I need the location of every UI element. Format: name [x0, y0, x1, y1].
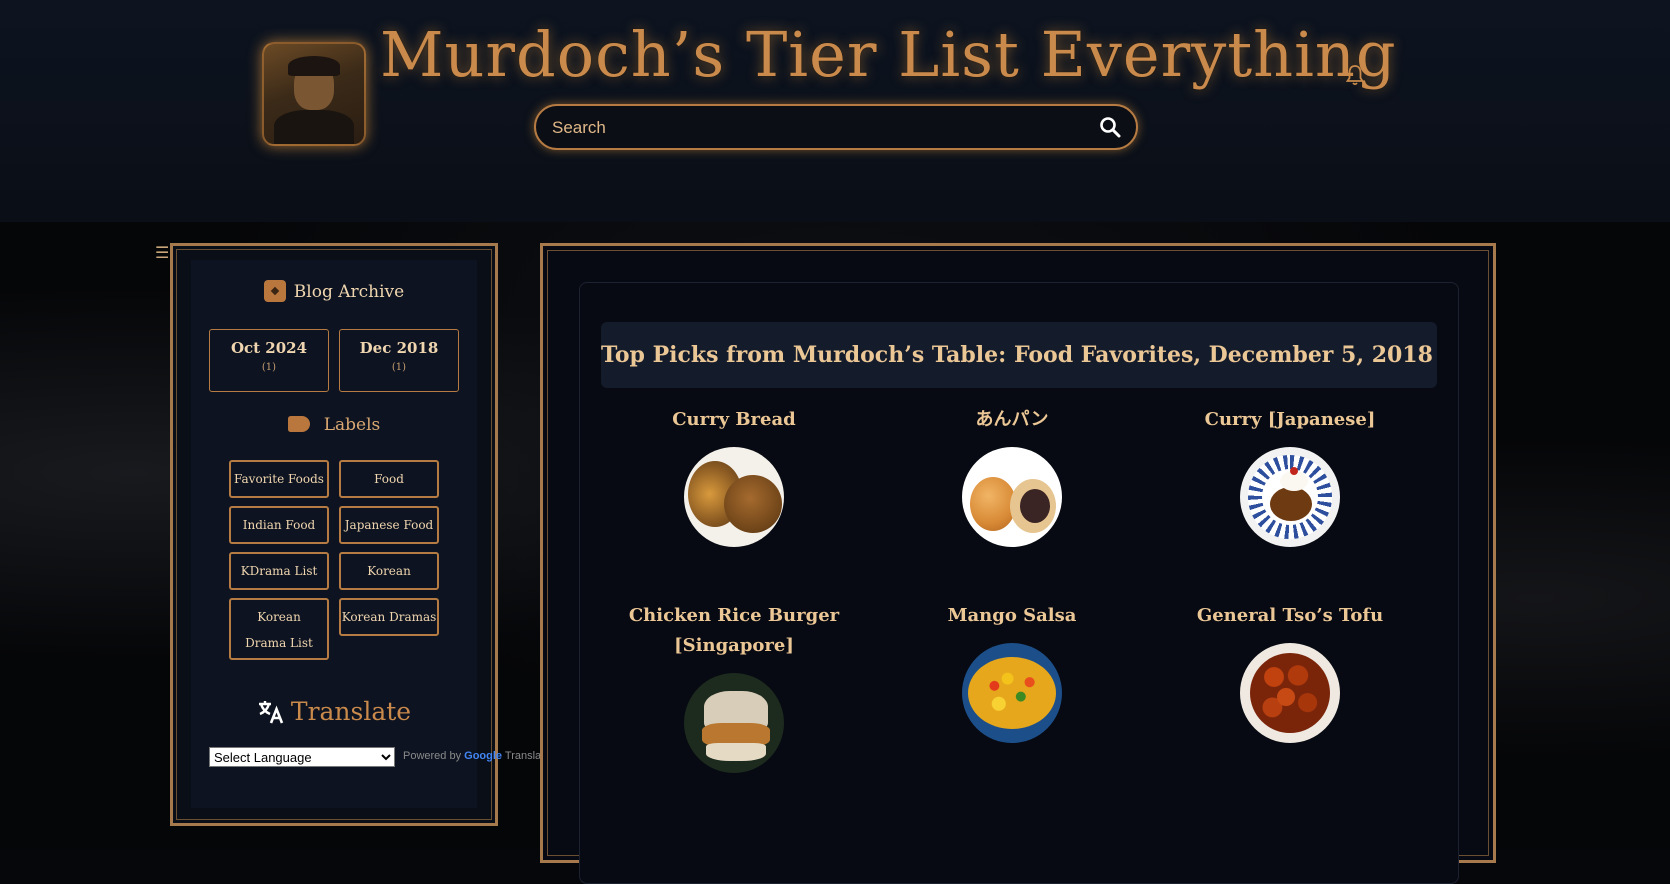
post-card: Top Picks from Murdoch’s Table: Food Fav… — [579, 282, 1459, 884]
powered-by-google[interactable]: Powered by Google Translate — [403, 750, 550, 762]
archive-month: Oct 2024 — [230, 339, 308, 357]
food-image-mango-salsa[interactable] — [962, 643, 1062, 743]
label-korean-dramas[interactable]: Korean Dramas — [339, 598, 439, 636]
food-image-curry-japanese[interactable] — [1240, 447, 1340, 547]
site-header: Murdoch’s Tier List Everything — [0, 0, 1670, 222]
archive-icon — [263, 280, 286, 302]
translate-heading: Translate — [191, 697, 477, 726]
food-item-chicken-rice-burger[interactable]: Chicken Rice Burger [Singapore] — [604, 601, 864, 773]
tag-icon — [287, 416, 310, 432]
translate-title: Translate — [290, 697, 412, 726]
food-item-mango-salsa[interactable]: Mango Salsa — [882, 601, 1142, 743]
labels-title: Labels — [323, 415, 381, 435]
food-item-general-tsos-tofu[interactable]: General Tso’s Tofu — [1160, 601, 1420, 743]
food-name: Curry [Japanese] — [1204, 409, 1376, 430]
powered-by-label: Powered by — [403, 750, 462, 762]
sidebar: Blog Archive Oct 2024 (1) Dec 2018 (1) L… — [170, 243, 550, 826]
food-image-general-tsos-tofu[interactable] — [1240, 643, 1340, 743]
food-name: Chicken Rice Burger [Singapore] — [628, 605, 840, 656]
label-kdrama-list[interactable]: KDrama List — [229, 552, 329, 590]
site-title[interactable]: Murdoch’s Tier List Everything — [380, 10, 1396, 100]
food-name: あんパン — [975, 409, 1049, 430]
bell-icon[interactable] — [1346, 64, 1364, 86]
menu-icon[interactable]: ☰ — [155, 243, 169, 262]
food-item-anpan[interactable]: あんパン — [882, 405, 1142, 547]
food-image-chicken-rice-burger[interactable] — [684, 673, 784, 773]
food-image-anpan[interactable] — [962, 447, 1062, 547]
translate-icon — [258, 701, 284, 724]
archive-month: Dec 2018 — [359, 339, 439, 357]
label-indian-food[interactable]: Indian Food — [229, 506, 329, 544]
archive-count: (1) — [391, 362, 407, 373]
label-food[interactable]: Food — [339, 460, 439, 498]
food-name: Curry Bread — [672, 409, 796, 430]
blog-archive-title: Blog Archive — [293, 282, 405, 302]
sidebar-panel: Blog Archive Oct 2024 (1) Dec 2018 (1) L… — [191, 260, 550, 808]
blog-archive-heading: Blog Archive — [191, 280, 477, 302]
label-favorite-foods[interactable]: Favorite Foods — [229, 460, 329, 498]
archive-item-dec-2018[interactable]: Dec 2018 (1) — [339, 329, 459, 392]
search-input[interactable] — [550, 114, 1074, 142]
avatar[interactable] — [262, 42, 366, 146]
food-item-curry-bread[interactable]: Curry Bread — [604, 405, 864, 547]
main-content: Top Picks from Murdoch’s Table: Food Fav… — [540, 243, 1496, 884]
label-korean[interactable]: Korean — [339, 552, 439, 590]
food-image-curry-bread[interactable] — [684, 447, 784, 547]
archive-item-oct-2024[interactable]: Oct 2024 (1) — [209, 329, 329, 392]
labels-heading: Labels — [191, 415, 477, 435]
food-item-curry-japanese[interactable]: Curry [Japanese] — [1160, 405, 1420, 547]
label-japanese-food[interactable]: Japanese Food — [339, 506, 439, 544]
language-select[interactable]: Select Language — [209, 747, 395, 767]
search-icon[interactable] — [1098, 115, 1122, 139]
post-title[interactable]: Top Picks from Murdoch’s Table: Food Fav… — [601, 322, 1437, 388]
label-korean-drama-list[interactable]: Korean Drama List — [229, 598, 329, 660]
search-bar — [534, 104, 1138, 150]
google-logo: Google — [464, 750, 503, 762]
food-name: Mango Salsa — [947, 605, 1077, 626]
food-name: General Tso’s Tofu — [1196, 605, 1384, 626]
archive-count: (1) — [261, 362, 277, 373]
